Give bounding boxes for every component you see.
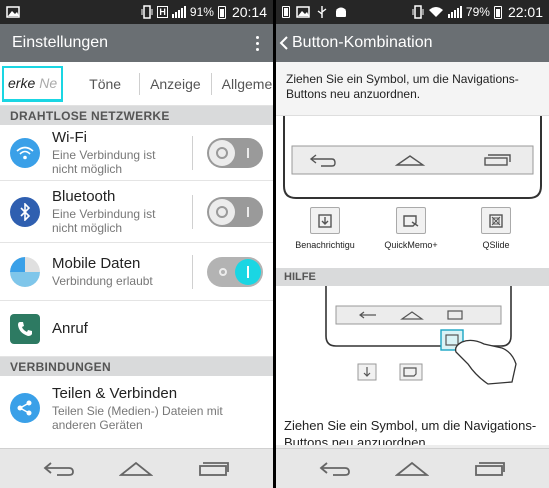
wifi-toggle[interactable] (207, 137, 263, 168)
usb-icon (317, 6, 327, 18)
mobile-data-icon (10, 256, 40, 287)
setting-row-wifi[interactable]: Wi-Fi Eine Verbindung ist nicht möglich (0, 125, 273, 181)
qslide-option[interactable] (481, 207, 511, 234)
gallery-notification-icon (6, 6, 20, 18)
setting-subtitle: Eine Verbindung ist nicht möglich (52, 207, 156, 235)
setting-subtitle: Teilen Sie (Medien-) Dateien mit anderen… (52, 403, 223, 432)
setting-row-call[interactable]: Anruf (0, 301, 273, 357)
navigation-bar (276, 448, 549, 488)
setting-title: Wi-Fi (52, 129, 87, 146)
quickmemo-option[interactable] (396, 207, 426, 234)
setting-row-mobile-data[interactable]: Mobile Daten Verbindung erlaubt (0, 243, 273, 301)
recent-apps-button[interactable] (472, 459, 508, 479)
button-combination-screen: 79% 22:01 Button-Kombination Ziehen Sie … (276, 0, 549, 488)
back-arrow-button[interactable] (278, 35, 290, 51)
tab-networks-selected[interactable]: erke Ne (2, 65, 64, 102)
settings-tabs: erke Ne Töne Anzeige Allgeme (0, 62, 273, 106)
status-bar: H 91% 20:14 (0, 0, 273, 24)
battery-icon (217, 5, 226, 19)
home-icon (119, 461, 154, 476)
wifi-status-icon (428, 7, 443, 17)
notification-icon (318, 213, 332, 228)
back-icon (43, 461, 74, 476)
setting-row-share-connect[interactable]: Teilen & Verbinden Teilen Sie (Medien-) … (0, 376, 273, 440)
row-divider (192, 194, 193, 229)
home-button[interactable] (394, 459, 430, 479)
vibrate-icon (412, 5, 424, 19)
section-header-connections: VERBINDUNGEN (0, 357, 273, 376)
vibrate-icon (141, 5, 153, 19)
clock: 22:01 (507, 4, 543, 20)
overflow-menu-icon[interactable] (254, 32, 261, 55)
wifi-icon (10, 137, 40, 168)
page-title: Einstellungen (12, 34, 109, 51)
qslide-option-label: QSlide (482, 240, 510, 250)
tab-label-networks-next: Ne (39, 75, 58, 91)
tab-toene[interactable]: Töne (71, 72, 141, 95)
battery-percent: 79% (465, 5, 490, 19)
recent-apps-icon (475, 461, 506, 476)
setting-title: Teilen & Verbinden (52, 384, 178, 402)
bluetooth-icon (10, 196, 40, 227)
tab-label-toene: Töne (89, 75, 122, 92)
battery-charging-icon (282, 6, 290, 18)
tab-label-allgemein: Allgeme (221, 75, 273, 92)
page-title: Button-Kombination (292, 34, 433, 51)
home-button[interactable] (118, 459, 154, 479)
setting-subtitle: Verbindung erlaubt (52, 274, 153, 288)
setting-subtitle: Eine Verbindung ist nicht möglich (52, 148, 156, 176)
battery-icon (493, 5, 502, 19)
status-bar: 79% 22:01 (276, 0, 549, 24)
quickmemo-option-label: QuickMemo+ (384, 240, 438, 250)
tab-anzeige[interactable]: Anzeige (140, 72, 212, 95)
mobile-data-toggle[interactable] (207, 256, 263, 287)
qslide-icon (489, 213, 503, 228)
signal-strength-icon (171, 6, 186, 18)
network-type-badge: H (157, 6, 168, 18)
navigation-bar (0, 448, 273, 488)
button-combination-card: Ziehen Sie ein Symbol, um die Navigation… (276, 62, 549, 445)
help-description: Ziehen Sie ein Symbol, um die Navigation… (284, 418, 537, 445)
share-icon (10, 393, 40, 423)
back-button[interactable] (41, 459, 77, 479)
tab-allgemein[interactable]: Allgeme (212, 73, 273, 95)
quickmemo-icon (403, 214, 419, 227)
row-divider (192, 135, 193, 170)
clock: 20:14 (231, 4, 267, 20)
android-debug-icon (336, 7, 346, 17)
gallery-notification-icon (296, 6, 310, 18)
chevron-left-icon (279, 36, 288, 50)
phone-icon (10, 313, 40, 344)
settings-screen: H 91% 20:14 Einstellungen erke Ne Töne A… (0, 0, 273, 488)
tab-label-anzeige: Anzeige (150, 75, 201, 92)
notification-option-label: Benachrichtigu (295, 240, 355, 250)
help-illustration (325, 286, 517, 385)
app-bar: Einstellungen (0, 24, 273, 62)
recent-apps-icon (199, 461, 230, 476)
setting-row-bluetooth[interactable]: Bluetooth Eine Verbindung ist nicht mögl… (0, 181, 273, 243)
bluetooth-toggle[interactable] (207, 196, 263, 227)
row-divider (192, 254, 193, 289)
back-button[interactable] (317, 459, 353, 479)
tab-label-networks: erke (8, 75, 36, 91)
battery-percent: 91% (189, 5, 214, 19)
recent-apps-button[interactable] (196, 459, 232, 479)
navigation-bar-preview[interactable] (276, 116, 549, 206)
signal-strength-icon (447, 6, 462, 18)
section-header-wireless: DRAHTLOSE NETZWERKE (0, 106, 273, 125)
instruction-text: Ziehen Sie ein Symbol, um die Navigation… (276, 62, 549, 116)
setting-title: Anruf (52, 320, 88, 337)
app-bar: Button-Kombination (276, 24, 549, 62)
back-icon (319, 461, 350, 476)
setting-title: Mobile Daten (52, 255, 141, 272)
help-section-header: HILFE (276, 268, 549, 286)
home-icon (395, 461, 430, 476)
notification-option[interactable] (310, 207, 340, 234)
setting-title: Bluetooth (52, 188, 116, 205)
